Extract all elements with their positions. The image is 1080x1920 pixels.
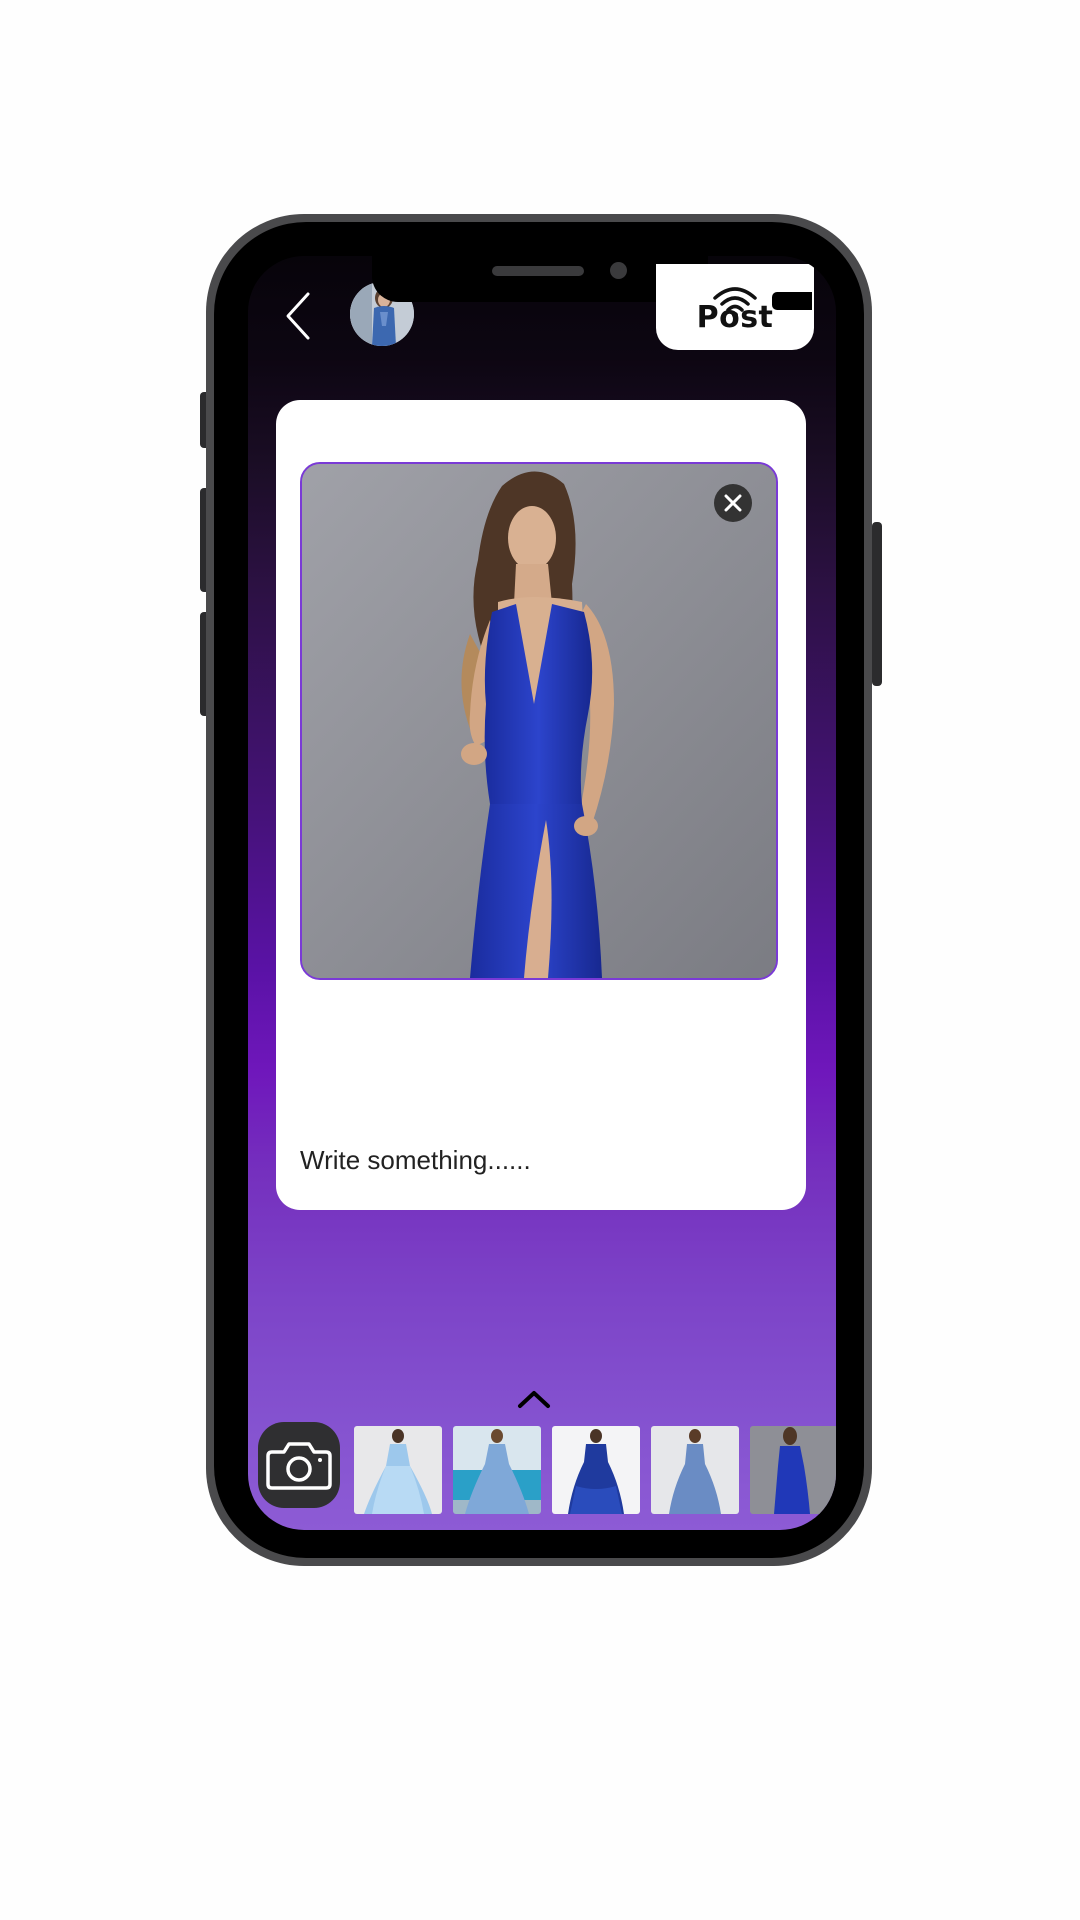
gallery-thumbnail[interactable]	[552, 1426, 640, 1514]
gallery-thumbnail[interactable]	[354, 1426, 442, 1514]
thumbnail-image	[354, 1426, 442, 1514]
speaker-grille	[492, 266, 584, 276]
caption-input[interactable]: Write something......	[300, 1145, 531, 1176]
back-button[interactable]	[278, 288, 322, 344]
thumbnail-image	[552, 1426, 640, 1514]
remove-photo-button[interactable]	[714, 484, 752, 522]
thumbnail-image	[453, 1426, 541, 1514]
chevron-up-icon	[518, 1391, 550, 1408]
power-button	[872, 522, 882, 686]
thumbnail-image	[651, 1426, 739, 1514]
chevron-left-icon	[286, 292, 310, 340]
front-camera	[610, 262, 627, 279]
post-label: Post	[696, 300, 774, 335]
post-card: Write something......	[276, 400, 806, 1210]
selected-photo	[300, 462, 778, 980]
camera-button[interactable]	[258, 1422, 340, 1508]
close-icon	[724, 494, 742, 512]
thumbnail-image	[750, 1426, 836, 1514]
post-button[interactable]: Post	[656, 264, 814, 350]
expand-gallery-button[interactable]	[514, 1386, 554, 1412]
dress-photo	[302, 464, 776, 978]
stage: Post Write something......	[0, 0, 1080, 1920]
gallery-thumbnail[interactable]	[750, 1426, 836, 1514]
screen: Post Write something......	[248, 256, 836, 1530]
camera-icon	[266, 1442, 332, 1490]
gallery-thumbnail[interactable]	[453, 1426, 541, 1514]
gallery-thumbnail[interactable]	[651, 1426, 739, 1514]
